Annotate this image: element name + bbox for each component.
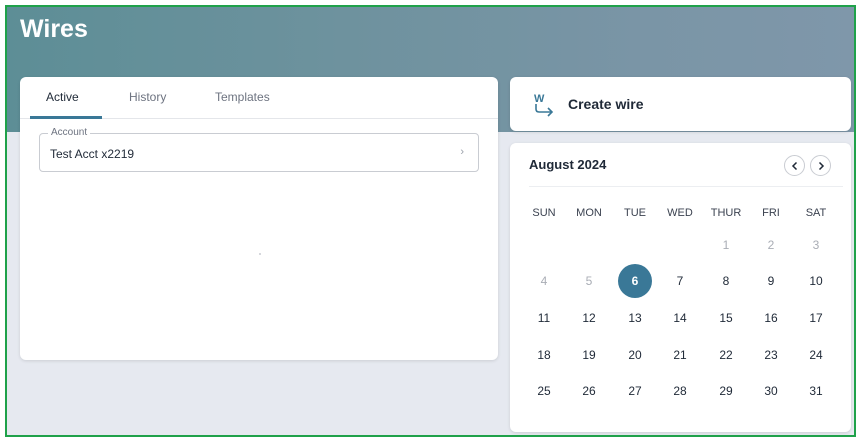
calendar-day[interactable]: 4 <box>527 264 561 298</box>
next-month-button[interactable] <box>810 155 831 176</box>
account-label: Account <box>48 127 91 138</box>
tab-history[interactable]: History <box>129 90 166 104</box>
calendar-day[interactable]: 12 <box>572 301 606 335</box>
calendar-day[interactable]: 22 <box>709 338 743 372</box>
calendar-day[interactable]: 1 <box>709 228 743 262</box>
tab-bar: Active History Templates <box>20 77 498 119</box>
calendar-day[interactable]: 29 <box>709 374 743 408</box>
account-value: Test Acct x2219 <box>50 147 135 161</box>
weekday-header: SAT <box>805 207 827 219</box>
calendar-divider <box>529 186 843 187</box>
weekday-header: WED <box>667 207 693 219</box>
calendar-day[interactable]: 25 <box>527 374 561 408</box>
wire-transfer-icon: W <box>534 93 554 117</box>
calendar-day[interactable]: 16 <box>754 301 788 335</box>
active-tab-indicator <box>30 116 102 119</box>
calendar-day[interactable]: 13 <box>618 301 652 335</box>
tab-templates[interactable]: Templates <box>215 90 270 104</box>
chevron-right-icon: › <box>460 146 464 158</box>
create-wire-button[interactable]: W Create wire <box>510 77 851 131</box>
calendar-day[interactable]: 11 <box>527 301 561 335</box>
app-frame: Wires Active History Templates Account T… <box>5 5 856 437</box>
calendar-day[interactable]: 24 <box>799 338 833 372</box>
calendar-day[interactable]: 10 <box>799 264 833 298</box>
calendar-day[interactable]: 7 <box>663 264 697 298</box>
calendar-day[interactable]: 5 <box>572 264 606 298</box>
calendar: August 2024 SUN MON TUE WED THUR FRI SAT 12345… <box>510 143 851 432</box>
calendar-day[interactable]: 21 <box>663 338 697 372</box>
calendar-day[interactable]: 20 <box>618 338 652 372</box>
page-title: Wires <box>20 15 88 43</box>
calendar-month: August 2024 <box>529 157 607 172</box>
weekday-header: SUN <box>532 207 556 219</box>
calendar-day[interactable]: 15 <box>709 301 743 335</box>
weekday-header: TUE <box>624 207 646 219</box>
weekday-header: THUR <box>710 207 742 219</box>
calendar-day[interactable]: 27 <box>618 374 652 408</box>
calendar-day-selected[interactable]: 6 <box>618 264 652 298</box>
calendar-day[interactable]: 17 <box>799 301 833 335</box>
calendar-day[interactable]: 31 <box>799 374 833 408</box>
create-wire-label: Create wire <box>568 96 644 112</box>
calendar-day[interactable]: 14 <box>663 301 697 335</box>
calendar-day[interactable]: 30 <box>754 374 788 408</box>
loading-indicator <box>259 253 261 255</box>
chevron-left-icon <box>791 161 797 170</box>
calendar-day[interactable]: 19 <box>572 338 606 372</box>
svg-text:W: W <box>534 93 545 105</box>
weekday-header: MON <box>576 207 602 219</box>
calendar-day[interactable]: 9 <box>754 264 788 298</box>
weekday-header: FRI <box>762 207 780 219</box>
calendar-day[interactable]: 23 <box>754 338 788 372</box>
calendar-day[interactable]: 2 <box>754 228 788 262</box>
wires-panel: Active History Templates Account Test Ac… <box>20 77 498 360</box>
chevron-right-icon <box>818 161 824 170</box>
calendar-day[interactable]: 26 <box>572 374 606 408</box>
calendar-day[interactable]: 28 <box>663 374 697 408</box>
calendar-day[interactable]: 18 <box>527 338 561 372</box>
account-select[interactable]: Account Test Acct x2219 › <box>39 127 479 172</box>
tab-active[interactable]: Active <box>46 90 79 104</box>
calendar-day[interactable]: 3 <box>799 228 833 262</box>
previous-month-button[interactable] <box>784 155 805 176</box>
calendar-day[interactable]: 8 <box>709 264 743 298</box>
